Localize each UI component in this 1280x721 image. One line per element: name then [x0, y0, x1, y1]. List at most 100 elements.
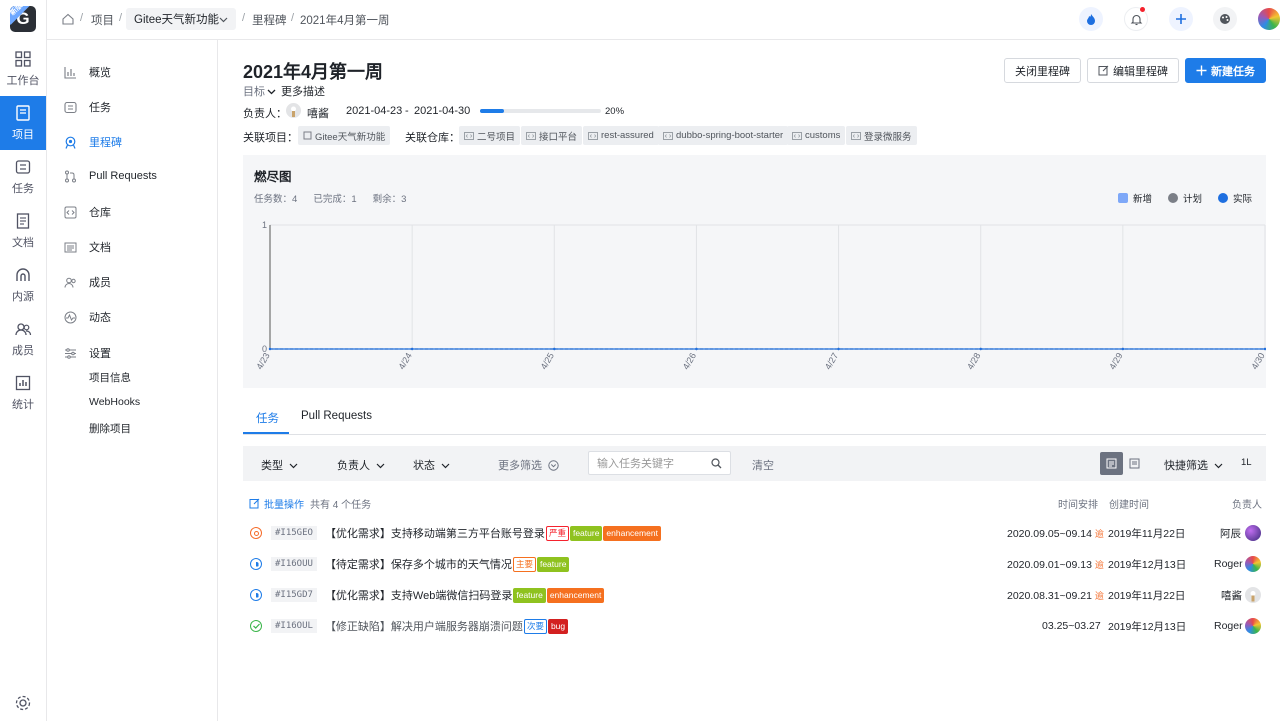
sidenav-item-docs[interactable]: 文档: [63, 239, 111, 255]
filter-owner[interactable]: 负责人: [337, 457, 385, 473]
task-row[interactable]: #I15GD7 【优化需求】支持Web端微信扫码登录 feature enhan…: [243, 583, 1266, 607]
quick-filter[interactable]: 快捷筛选: [1164, 457, 1223, 473]
new-task-button[interactable]: 新建任务: [1185, 58, 1266, 83]
task-schedule: 2020.09.05~09.14 逾: [1007, 527, 1104, 540]
task-title[interactable]: 【待定需求】保存多个城市的天气情况: [325, 556, 512, 572]
sort-button[interactable]: 1L: [1241, 457, 1252, 468]
notification-button[interactable]: [1124, 7, 1148, 31]
task-row[interactable]: #I16OUL 【修正缺陷】解决用户端服务器崩溃问题 次要 bug 03.25~…: [243, 614, 1266, 638]
gear-icon[interactable]: [14, 694, 32, 712]
task-title[interactable]: 【优化需求】支持Web端微信扫码登录: [325, 587, 512, 603]
leftbar-label: 任务: [12, 183, 34, 195]
data-point: [268, 347, 272, 351]
goal-toggle[interactable]: 目标 更多描述: [243, 83, 325, 99]
leftbar-label: 内源: [12, 291, 34, 303]
leftbar-item-stats[interactable]: 统计: [0, 366, 46, 420]
edit-milestone-button[interactable]: 编辑里程碑: [1087, 58, 1179, 83]
breadcrumb-projects[interactable]: 项目: [91, 12, 114, 28]
task-search-input[interactable]: 输入任务关键字: [588, 451, 731, 475]
sidenav-item-members[interactable]: 成员: [63, 274, 111, 290]
repo-name: dubbo-spring-boot-starter: [676, 130, 784, 141]
col-created: 创建时间: [1109, 500, 1149, 511]
card-view-toggle[interactable]: [1123, 452, 1146, 475]
home-icon[interactable]: [61, 12, 75, 26]
tab-bar: 任务 Pull Requests: [243, 400, 1266, 435]
task-row[interactable]: #I15GEO 【优化需求】支持移动端第三方平台账号登录 严重 feature …: [243, 521, 1266, 545]
x-tick-label: 4/28: [965, 351, 982, 371]
leftbar-label: 统计: [12, 399, 34, 411]
sidenav-item-tasks[interactable]: 任务: [63, 99, 111, 115]
status-in-progress-icon[interactable]: [250, 589, 262, 601]
bell-icon: [1130, 14, 1142, 25]
sidenav-item-settings[interactable]: 设置: [63, 345, 111, 361]
document-icon: [63, 240, 77, 254]
close-milestone-button[interactable]: 关闭里程碑: [1004, 58, 1081, 83]
list-view-toggle[interactable]: [1100, 452, 1123, 475]
status-todo-icon[interactable]: [250, 527, 262, 539]
filter-status[interactable]: 状态: [413, 457, 450, 473]
settings-sub-project-info[interactable]: 项目信息: [89, 370, 131, 385]
repo-tag[interactable]: rest-assured: [583, 126, 659, 145]
stats-icon: [14, 374, 32, 392]
batch-action-button[interactable]: 批量操作: [249, 496, 304, 511]
settings-sub-webhooks[interactable]: WebHooks: [89, 396, 140, 408]
task-row[interactable]: #I16OUU 【待定需求】保存多个城市的天气情况 主要 feature 202…: [243, 552, 1266, 576]
breadcrumb-milestones[interactable]: 里程碑: [252, 12, 287, 28]
project-select-value: Gitee天气新功能: [134, 14, 219, 26]
linked-project-tag[interactable]: Gitee天气新功能: [298, 126, 391, 145]
create-button[interactable]: [1169, 7, 1193, 31]
chevron-circle-icon: [548, 459, 559, 471]
repo-tag[interactable]: 二号项目: [459, 126, 521, 145]
task-title[interactable]: 【修正缺陷】解决用户端服务器崩溃问题: [325, 618, 523, 634]
sidenav-label: Pull Requests: [89, 170, 157, 182]
leftbar-item-project[interactable]: 项目: [0, 96, 46, 150]
fire-button[interactable]: [1079, 7, 1103, 31]
theme-button[interactable]: [1213, 7, 1237, 31]
label-enhancement: enhancement: [603, 525, 661, 541]
overdue-mark: 逾: [1094, 559, 1104, 570]
x-tick-label: 4/25: [539, 351, 556, 371]
sidenav-item-overview[interactable]: 概览: [63, 64, 111, 80]
leftbar-item-task[interactable]: 任务: [0, 150, 46, 204]
repo-tag[interactable]: 接口平台: [521, 126, 583, 145]
filter-type[interactable]: 类型: [261, 457, 298, 473]
tab-pull-requests[interactable]: Pull Requests: [301, 410, 372, 422]
clear-filters-button[interactable]: 清空: [752, 457, 774, 473]
settings-sub-delete-project[interactable]: 删除项目: [89, 421, 131, 436]
task-id: #I15GEO: [271, 526, 317, 540]
batch-label: 批量操作: [264, 500, 304, 511]
leftbar-item-workbench[interactable]: 工作台: [0, 42, 46, 96]
gitee-logo[interactable]: 新版 G: [10, 6, 36, 32]
status-done-icon[interactable]: [250, 620, 262, 632]
sidenav-item-repos[interactable]: 仓库: [63, 204, 111, 220]
leftbar-item-innersource[interactable]: 内源: [0, 258, 46, 312]
leftbar-label: 工作台: [6, 75, 40, 87]
status-in-progress-icon[interactable]: [250, 558, 262, 570]
sidenav-label: 文档: [89, 242, 111, 254]
sidenav-item-milestones[interactable]: 里程碑: [63, 134, 122, 150]
filter-more[interactable]: 更多筛选: [498, 457, 559, 473]
more-description-link[interactable]: 更多描述: [281, 83, 325, 99]
user-avatar[interactable]: [1258, 8, 1280, 30]
breadcrumb-separator: /: [80, 12, 84, 24]
task-schedule: 2020.08.31~09.21 逾: [1007, 589, 1104, 602]
sidenav-item-pull-requests[interactable]: Pull Requests: [63, 169, 157, 183]
repo-tag[interactable]: dubbo-spring-boot-starter: [658, 126, 789, 145]
tab-tasks[interactable]: 任务: [256, 410, 279, 426]
col-schedule: 时间安排: [1058, 500, 1098, 511]
card-view-icon: [1129, 458, 1140, 469]
leftbar-label: 文档: [12, 237, 34, 249]
breadcrumb-separator: /: [119, 12, 123, 24]
leftbar-label: 项目: [12, 129, 34, 141]
repo-tag[interactable]: 登录微服务: [846, 126, 917, 145]
code-icon: [663, 131, 673, 140]
repo-tag[interactable]: customs: [787, 126, 846, 145]
project-select[interactable]: Gitee天气新功能: [126, 8, 236, 30]
project-icon: [303, 131, 312, 140]
breadcrumb-separator: /: [291, 12, 295, 24]
task-title[interactable]: 【优化需求】支持移动端第三方平台账号登录: [325, 525, 545, 541]
sidenav-item-activity[interactable]: 动态: [63, 309, 111, 325]
repo-name: 二号项目: [477, 131, 516, 143]
leftbar-item-docs[interactable]: 文档: [0, 204, 46, 258]
leftbar-item-members[interactable]: 成员: [0, 312, 46, 366]
